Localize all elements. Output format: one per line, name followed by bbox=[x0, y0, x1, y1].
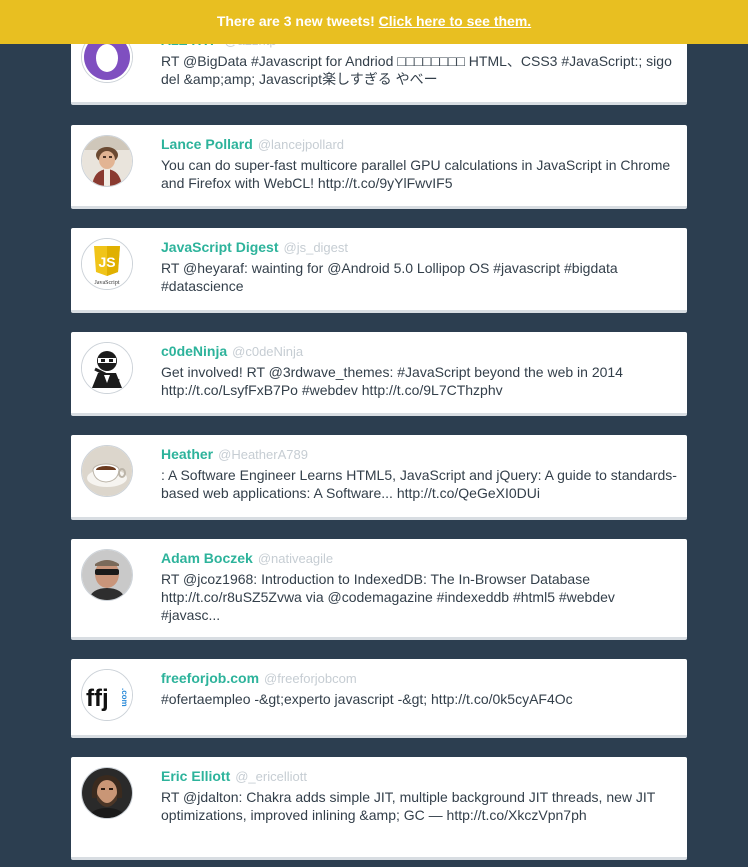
tweet-card: c0deNinja @c0deNinja Get involved! RT @3r… bbox=[71, 332, 687, 416]
tweet-text: RT @BigData #Javascript for Andriod □□□□… bbox=[161, 53, 672, 87]
js-logo-avatar-icon[interactable]: JS JavaScript bbox=[81, 238, 133, 290]
tweet-author-name[interactable]: c0deNinja bbox=[161, 343, 227, 359]
tweet-header: freeforjob.com @freeforjobcom bbox=[161, 670, 357, 686]
tweet-text: You can do super-fast multicore parallel… bbox=[161, 157, 671, 191]
tweet-author-name[interactable]: Adam Boczek bbox=[161, 550, 253, 566]
tweet-author-name[interactable]: Lance Pollard bbox=[161, 136, 253, 152]
ffj-logo-text: ffj bbox=[86, 685, 109, 712]
tweet-text: RT @jcoz1968: Introduction to IndexedDB:… bbox=[161, 571, 615, 623]
tweet-author-handle[interactable]: @HeatherA789 bbox=[218, 447, 308, 462]
tweet-text: #ofertaempleo -&gt;experto javascript -&… bbox=[161, 691, 573, 707]
js-logo-caption: JavaScript bbox=[95, 280, 120, 286]
tweet-card: Eric Elliott @_ericelliott RT @jdalton: C… bbox=[71, 757, 687, 860]
tweet-author-handle[interactable]: @js_digest bbox=[284, 240, 349, 255]
tweet-author-name[interactable]: freeforjob.com bbox=[161, 670, 259, 686]
tweet-author-name[interactable]: Eric Elliott bbox=[161, 768, 230, 784]
tweet-author-handle[interactable]: @freeforjobcom bbox=[264, 671, 357, 686]
tweet-card: Adam Boczek @nativeagile RT @jcoz1968: In… bbox=[71, 539, 687, 640]
person-avatar-icon[interactable] bbox=[81, 135, 133, 187]
show-new-tweets-link[interactable]: Click here to see them. bbox=[379, 13, 532, 29]
tweet-text: RT @jdalton: Chakra adds simple JIT, mul… bbox=[161, 789, 656, 823]
new-tweets-message: There are 3 new tweets! bbox=[216, 13, 375, 29]
tweet-author-handle[interactable]: @nativeagile bbox=[258, 551, 333, 566]
tweet-header: Heather @HeatherA789 bbox=[161, 446, 308, 462]
tweet-author-handle[interactable]: @_ericelliott bbox=[235, 769, 307, 784]
ffj-logo-suffix: .com bbox=[120, 688, 129, 707]
tweet-author-name[interactable]: JavaScript Digest bbox=[161, 239, 279, 255]
tweet-card: Heather @HeatherA789 : A Software Enginee… bbox=[71, 435, 687, 520]
tweet-text: : A Software Engineer Learns HTML5, Java… bbox=[161, 467, 677, 501]
tweet-header: JavaScript Digest @js_digest bbox=[161, 239, 348, 255]
tweet-author-handle[interactable]: @lancejpollard bbox=[258, 137, 344, 152]
new-tweets-banner: There are 3 new tweets! Click here to se… bbox=[0, 0, 748, 44]
tweet-header: Lance Pollard @lancejpollard bbox=[161, 136, 344, 152]
ffj-logo-avatar-icon[interactable]: ffj .com bbox=[81, 669, 133, 721]
person-sunglasses-avatar-icon[interactable] bbox=[81, 549, 133, 601]
js-logo-text: JS bbox=[98, 254, 115, 270]
tweet-card: JS JavaScript JavaScript Digest @js_diges… bbox=[71, 228, 687, 313]
person-beard-avatar-icon[interactable] bbox=[81, 767, 133, 819]
ninja-avatar-icon[interactable] bbox=[81, 342, 133, 394]
tweet-header: c0deNinja @c0deNinja bbox=[161, 343, 303, 359]
tweet-card: ffj .com freeforjob.com @freeforjobcom #o… bbox=[71, 659, 687, 738]
tweet-text: Get involved! RT @3rdwave_themes: #JavaS… bbox=[161, 364, 623, 398]
tweet-author-handle[interactable]: @c0deNinja bbox=[232, 344, 303, 359]
tweet-author-name[interactable]: Heather bbox=[161, 446, 213, 462]
tweet-header: Adam Boczek @nativeagile bbox=[161, 550, 333, 566]
tweet-card: Lance Pollard @lancejpollard You can do s… bbox=[71, 125, 687, 209]
tweet-text: RT @heyaraf: wainting for @Android 5.0 L… bbox=[161, 260, 618, 294]
coffee-cup-avatar-icon[interactable] bbox=[81, 445, 133, 497]
tweet-header: Eric Elliott @_ericelliott bbox=[161, 768, 307, 784]
